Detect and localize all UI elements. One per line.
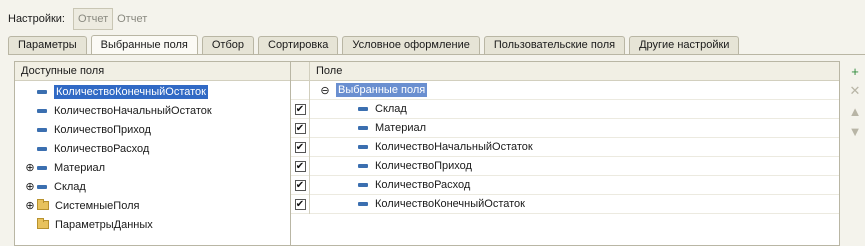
- field-label: КоличествоПриход: [375, 160, 472, 172]
- use-checkbox[interactable]: ✔: [294, 198, 306, 210]
- tab-user-fields[interactable]: Пользовательские поля: [483, 36, 626, 54]
- selected-fields-panel: Поле ⊖ Выбранные поля ✔ Склад ✔ Материал…: [290, 61, 840, 246]
- settings-tabs: Параметры Выбранные поля Отбор Сортировк…: [8, 34, 743, 55]
- fields-toolbar: + ✕ ▲ ▼: [846, 61, 864, 246]
- field-icon: [37, 146, 47, 151]
- settings-row: Настройки: Отчет Отчет: [8, 8, 147, 30]
- use-checkbox[interactable]: ✔: [294, 179, 306, 191]
- available-field-item[interactable]: ПараметрыДанных: [15, 215, 293, 234]
- selected-fields-tree: ⊖ Выбранные поля ✔ Склад ✔ Материал ✔ Ко…: [291, 80, 839, 214]
- field-icon: [358, 107, 368, 111]
- field-icon: [37, 89, 47, 94]
- available-field-item[interactable]: ⊕ Склад: [15, 177, 293, 196]
- selected-field-row[interactable]: ✔ КоличествоРасход: [291, 175, 839, 195]
- collapse-minus-icon[interactable]: ⊖: [320, 85, 330, 97]
- use-checkbox[interactable]: ✔: [294, 160, 306, 172]
- tab-filter[interactable]: Отбор: [201, 36, 254, 54]
- settings-label: Настройки:: [8, 13, 65, 25]
- field-label: КоличествоНачальныйОстаток: [54, 104, 212, 117]
- field-column-header: Поле: [316, 65, 343, 77]
- tab-parameters[interactable]: Параметры: [8, 36, 87, 54]
- available-field-item[interactable]: КоличествоПриход: [15, 120, 293, 139]
- available-fields-header: Доступные поля: [15, 62, 293, 81]
- field-icon: [358, 202, 368, 206]
- field-label: Склад: [54, 180, 86, 193]
- field-icon: [358, 183, 368, 187]
- field-label: ПараметрыДанных: [55, 218, 153, 231]
- field-label: КоличествоРасход: [54, 142, 150, 155]
- use-checkbox[interactable]: ✔: [294, 122, 306, 134]
- field-label: КоличествоКонечныйОстаток: [375, 198, 525, 210]
- delete-icon[interactable]: ✕: [846, 81, 864, 101]
- field-icon: [37, 165, 47, 170]
- tab-other-settings[interactable]: Другие настройки: [629, 36, 740, 54]
- available-fields-tree: КоличествоКонечныйОстаток КоличествоНача…: [15, 81, 293, 234]
- field-label: Материал: [54, 161, 105, 174]
- selected-field-row[interactable]: ✔ КоличествоКонечныйОстаток: [291, 194, 839, 214]
- field-icon: [37, 184, 47, 189]
- use-checkbox[interactable]: ✔: [294, 103, 306, 115]
- tab-selected-fields[interactable]: Выбранные поля: [90, 35, 198, 55]
- expand-plus-icon[interactable]: ⊕: [25, 181, 35, 193]
- field-label: КоличествоНачальныйОстаток: [375, 141, 533, 153]
- available-field-item[interactable]: ⊕ СистемныеПоля: [15, 196, 293, 215]
- expand-plus-icon[interactable]: ⊕: [25, 200, 35, 212]
- field-label: КоличествоРасход: [375, 179, 471, 191]
- field-label: СистемныеПоля: [55, 199, 140, 212]
- selected-fields-group-row[interactable]: ⊖ Выбранные поля: [291, 80, 839, 100]
- selected-field-row[interactable]: ✔ Материал: [291, 118, 839, 138]
- available-fields-panel: Доступные поля КоличествоКонечныйОстаток…: [14, 61, 294, 246]
- available-field-item[interactable]: КоличествоРасход: [15, 139, 293, 158]
- report-variant-field[interactable]: Отчет: [73, 8, 114, 30]
- available-field-item[interactable]: КоличествоКонечныйОстаток: [15, 82, 293, 101]
- field-icon: [37, 127, 47, 132]
- move-up-icon[interactable]: ▲: [846, 101, 864, 121]
- field-icon: [358, 145, 368, 149]
- report-variant-name: Отчет: [117, 13, 148, 25]
- selected-field-row[interactable]: ✔ КоличествоПриход: [291, 156, 839, 176]
- group-label: Выбранные поля: [336, 83, 428, 97]
- field-label: КоличествоПриход: [54, 123, 151, 136]
- use-checkbox[interactable]: ✔: [294, 141, 306, 153]
- field-icon: [358, 126, 368, 130]
- expand-plus-icon[interactable]: ⊕: [25, 162, 35, 174]
- field-icon: [37, 108, 47, 113]
- tab-content: Доступные поля КоличествоКонечныйОстаток…: [8, 54, 865, 246]
- field-label: Склад: [375, 103, 407, 115]
- field-label: Материал: [375, 122, 426, 134]
- selected-field-row[interactable]: ✔ Склад: [291, 99, 839, 119]
- folder-icon: [37, 199, 49, 210]
- folder-icon: [37, 218, 49, 229]
- available-field-item[interactable]: КоличествоНачальныйОстаток: [15, 101, 293, 120]
- selected-field-row[interactable]: ✔ КоличествоНачальныйОстаток: [291, 137, 839, 157]
- field-icon: [358, 164, 368, 168]
- tab-conditional-formatting[interactable]: Условное оформление: [342, 36, 480, 54]
- move-down-icon[interactable]: ▼: [846, 121, 864, 141]
- tab-sorting[interactable]: Сортировка: [258, 36, 339, 54]
- available-field-item[interactable]: ⊕ Материал: [15, 158, 293, 177]
- add-field-icon[interactable]: +: [846, 61, 864, 81]
- use-column-header: [291, 62, 310, 80]
- field-label: КоличествоКонечныйОстаток: [54, 84, 208, 99]
- selected-fields-header: Поле: [291, 62, 839, 81]
